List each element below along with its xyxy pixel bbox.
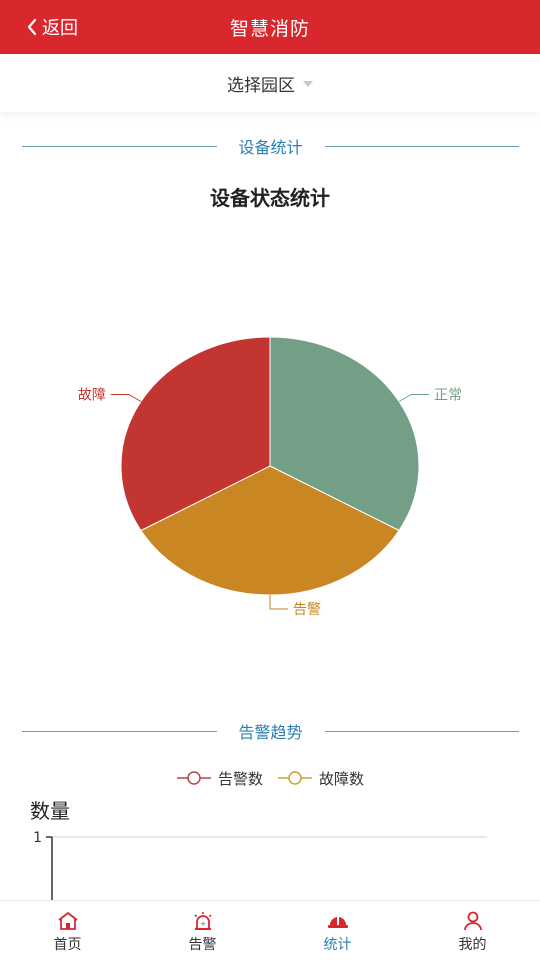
park-selector[interactable]: 选择园区	[0, 54, 540, 112]
divider-line	[324, 730, 520, 732]
nav-item-home[interactable]: 首页	[0, 901, 135, 960]
helmet-icon	[327, 916, 348, 928]
y-tick-label: 1	[33, 830, 42, 846]
divider-line	[324, 145, 520, 147]
legend-label-fault-count: 故障数	[319, 769, 365, 788]
section-device-stats: 设备统计	[22, 134, 520, 158]
back-label: 返回	[42, 18, 78, 39]
nav-label-home: 首页	[53, 937, 82, 953]
legend-marker-icon	[278, 771, 312, 785]
nav-label-alarm: 告警	[188, 937, 217, 953]
legend-marker-icon	[176, 771, 211, 785]
nav-label-stats: 统计	[323, 937, 352, 953]
legend-item-fault-count[interactable]: 故障数	[277, 768, 364, 789]
device-status-pie-chart: 正常告警 故障	[78, 336, 462, 618]
caret-down-icon	[303, 81, 313, 87]
divider-line	[22, 730, 217, 732]
nav-item-alarm[interactable]: + 告警	[135, 901, 270, 960]
chevron-left-icon	[27, 18, 37, 36]
nav-label-mine: 我的	[458, 937, 487, 953]
alarm-light-icon: +	[193, 912, 212, 930]
legend-item-alarm-count[interactable]: 告警数	[176, 768, 263, 789]
divider-line	[22, 145, 217, 147]
app-header: 返回 智慧消防	[0, 0, 540, 54]
pie-slice-label-1: 告警	[293, 602, 321, 618]
section-title-alarm-trend: 告警趋势	[238, 723, 303, 742]
nav-item-stats[interactable]: 统计	[270, 901, 405, 960]
legend-label-alarm-count: 告警数	[217, 769, 263, 788]
trend-legend: 告警数 故障数	[0, 766, 540, 790]
app-root: 返回 智慧消防 选择园区 设备统计 设备状态统计 正常告警 故障 告警趋势 告警数	[0, 0, 540, 960]
pie-chart-title: 设备状态统计	[210, 186, 330, 210]
nav-item-mine[interactable]: 我的	[405, 901, 540, 960]
pie-slice-label-2: 故障	[78, 388, 106, 404]
svg-text:+: +	[200, 920, 206, 928]
section-alarm-trend: 告警趋势	[22, 719, 520, 743]
section-title-device-stats: 设备统计	[238, 138, 303, 157]
pie-leader-line-2	[110, 394, 142, 402]
home-icon	[57, 912, 78, 930]
bottom-nav: 首页 + 告警 统计 我的	[0, 900, 540, 960]
pie-slice-label-0: 正常	[434, 388, 462, 404]
pie-leader-line-0	[398, 394, 430, 402]
page-title: 智慧消防	[229, 17, 310, 40]
back-button[interactable]: 返回	[26, 0, 78, 54]
alarm-trend-line-chart: 1	[33, 830, 487, 900]
park-selector-label: 选择园区	[227, 75, 295, 96]
pie-leader-line-1	[269, 595, 288, 610]
user-icon	[463, 911, 482, 931]
